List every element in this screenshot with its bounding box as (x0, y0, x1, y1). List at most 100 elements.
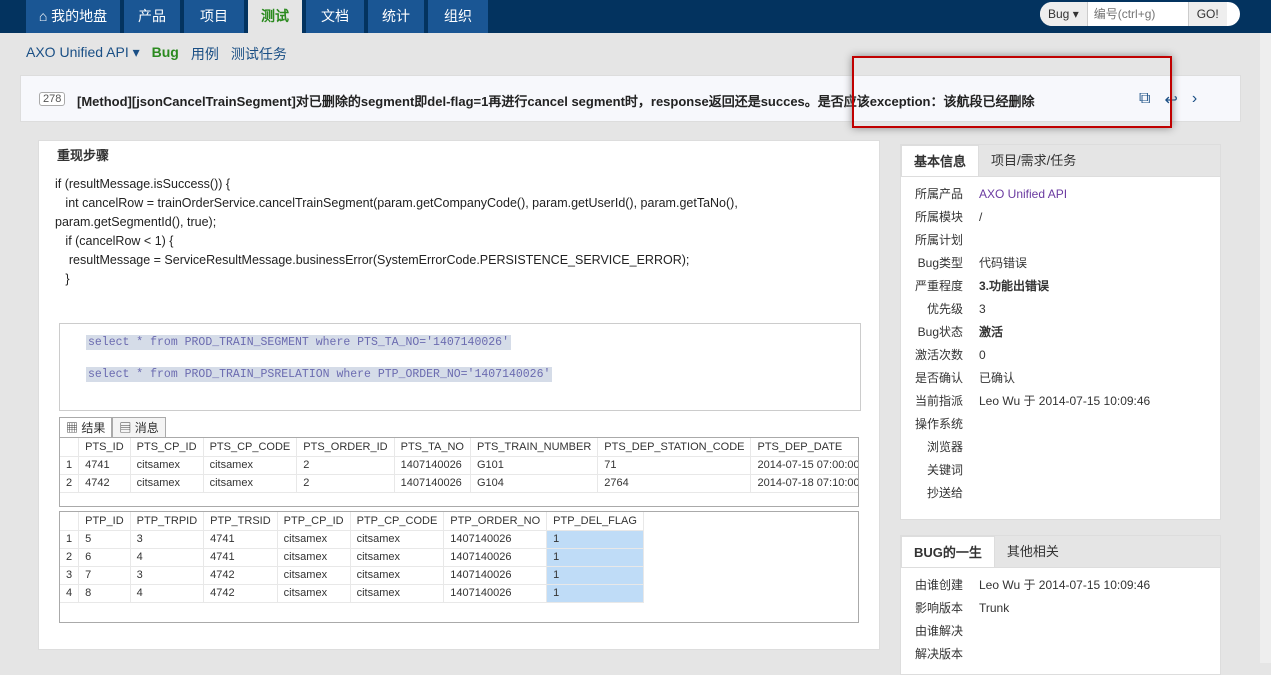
grid-header: PTP_ID (78, 512, 131, 531)
result-grid-2: PTP_ID PTP_TRPID PTP_TRSID PTP_CP_ID PTP_CP_… (59, 511, 859, 623)
steps-code: if (resultMessage.isSuccess()) { int can… (55, 177, 738, 286)
info-row: 当前指派 Leo Wu 于 2014-07-15 10:09:46 (901, 390, 1220, 413)
subnav-testtask[interactable]: 测试任务 (231, 44, 287, 64)
info-value: 0 (979, 348, 986, 362)
grid-cell: 4741 (203, 530, 278, 549)
grid-header: PTS_ID (78, 438, 131, 457)
info-label: 是否确认 (914, 371, 963, 385)
search-box: Bug ▾ GO! (1040, 2, 1240, 26)
info-row: 所属模块 / (901, 206, 1220, 229)
steps-legend: 重现步骤 (55, 145, 112, 164)
info-row: Bug状态 激活 (901, 321, 1220, 344)
result-grid-1: PTS_ID PTS_CP_ID PTS_CP_CODE PTS_ORDER_ID PT… (59, 437, 859, 507)
info-row: 是否确认 已确认 (901, 367, 1220, 390)
product-switcher[interactable]: AXO Unified API ▾ (26, 44, 140, 64)
grid-cell: 1 (546, 548, 644, 567)
nav-tab-project[interactable]: 项目 (184, 0, 244, 33)
nav-tab-product[interactable]: 产品 (124, 0, 180, 33)
info-label: 激活次数 (914, 348, 963, 362)
grid-row[interactable]: 3 7 3 4742 citsamex citsamex 1407140026 1 (60, 566, 644, 585)
grid-row[interactable]: 1 5 3 4741 citsamex citsamex 1407140026 1 (60, 530, 644, 549)
info-value (963, 620, 979, 643)
info-label: 操作系统 (914, 417, 963, 431)
go-button[interactable]: GO! (1187, 2, 1227, 26)
grid-cell: 4742 (78, 474, 131, 493)
grid-cell: 3 (130, 530, 205, 549)
highlight-box (852, 56, 1172, 128)
grid-cell: 2014-07-18 07:10:00.0 (750, 474, 858, 493)
grid-cell: G101 (470, 456, 599, 475)
grid-cell: 1 (60, 456, 80, 475)
grid-cell: 4742 (203, 584, 278, 603)
top-nav: ⌂ 我的地盘 产品 项目 测试 文档 统计 组织 Bug ▾ GO! (0, 0, 1271, 33)
grid-cell: 4741 (203, 548, 278, 567)
steps-panel: 重现步骤 if (resultMessage.isSuccess()) { in… (38, 140, 880, 650)
info-value: 代码错误 (979, 256, 1028, 270)
nav-tab-test[interactable]: 测试 (248, 0, 302, 33)
grid-header-row: PTS_ID PTS_CP_ID PTS_CP_CODE PTS_ORDER_ID PT… (60, 438, 858, 457)
info-label: 所属计划 (914, 233, 963, 247)
info-row: 严重程度 3.功能出错误 (901, 275, 1220, 298)
grid-row[interactable]: 2 6 4 4741 citsamex citsamex 1407140026 1 (60, 548, 644, 567)
subnav-case[interactable]: 用例 (191, 44, 219, 64)
info-row: 优先级 3 (901, 298, 1220, 321)
grid-cell: 4 (60, 584, 80, 603)
info-value: 已确认 (979, 371, 1016, 385)
info-value: 3 (979, 302, 986, 316)
basic-info-panel: 基本信息 项目/需求/任务 所属产品 AXO Unified API 所属模块 / 所属… (900, 144, 1221, 520)
subnav-bug[interactable]: Bug (152, 44, 179, 64)
grid-cell: 6 (78, 548, 131, 567)
info-value: / (979, 210, 983, 224)
info-row: 激活次数 0 (901, 344, 1220, 367)
grid-cell: citsamex (130, 456, 204, 475)
info-row: 所属产品 AXO Unified API (901, 183, 1220, 206)
grid-row[interactable]: 4 8 4 4742 citsamex citsamex 1407140026 1 (60, 584, 644, 603)
info-label: 优先级 (926, 302, 963, 316)
grid-row[interactable]: 2 4742 citsamex citsamex 2 1407140026 G104 2764… (60, 474, 858, 493)
tab-results[interactable]: ▦ 结果 (59, 417, 113, 438)
grid-cell: 2 (296, 456, 395, 475)
grid-cell: 7 (78, 566, 131, 585)
grid-header: PTP_TRSID (203, 512, 278, 531)
info-row: 抄送给 (901, 482, 1220, 505)
grid-cell: citsamex (350, 548, 445, 567)
grid-cell: citsamex (350, 584, 445, 603)
search-type-select[interactable]: Bug ▾ (1040, 2, 1088, 26)
tab-bug-life[interactable]: BUG的一生 (901, 536, 995, 567)
info-value[interactable]: AXO Unified API (963, 183, 1067, 206)
grid-cell: citsamex (203, 474, 298, 493)
tab-project-story-task[interactable]: 项目/需求/任务 (979, 145, 1088, 176)
tab-other[interactable]: 其他相关 (995, 536, 1071, 567)
grid-header: PTP_DEL_FLAG (546, 512, 644, 531)
page-scrollbar[interactable] (1260, 33, 1271, 663)
nav-tab-doc[interactable]: 文档 (306, 0, 364, 33)
nav-tab-stats[interactable]: 统计 (368, 0, 424, 33)
search-input[interactable] (1087, 2, 1188, 26)
grid-cell: 4 (130, 584, 205, 603)
nav-tab-org[interactable]: 组织 (428, 0, 488, 33)
info-row: 浏览器 (901, 436, 1220, 459)
bug-life-panel: BUG的一生 其他相关 由谁创建 Leo Wu 于 2014-07-15 10:0… (900, 535, 1221, 675)
info-label: 所属产品 (914, 187, 963, 201)
grid-header: PTS_CP_CODE (203, 438, 298, 457)
grid-cell: 2764 (597, 474, 752, 493)
sql-editor: select * from PROD_TRAIN_SEGMENT where P… (59, 323, 861, 411)
next-icon[interactable]: › (1192, 90, 1197, 110)
info-value: Trunk (979, 601, 1010, 615)
info-value: Leo Wu 于 2014-07-15 10:09:46 (979, 578, 1151, 592)
grid-icon: ▦ (66, 421, 82, 435)
grid-cell: 1 (546, 566, 644, 585)
grid-row[interactable]: 1 4741 citsamex citsamex 2 1407140026 G101 71 20… (60, 456, 858, 475)
nav-tab-my[interactable]: ⌂ 我的地盘 (26, 0, 120, 33)
grid-cell: 1407140026 (394, 456, 472, 475)
tab-basic-info[interactable]: 基本信息 (901, 145, 980, 176)
info-label: 当前指派 (914, 394, 963, 408)
info-row: Bug类型 代码错误 (901, 252, 1220, 275)
grid-cell: 5 (78, 530, 131, 549)
message-icon: ▤ (119, 421, 135, 435)
info-label: Bug状态 (917, 325, 963, 339)
tab-messages[interactable]: ▤ 消息 (112, 417, 166, 438)
grid-cell: 2014-07-15 07:00:00.0 (750, 456, 858, 475)
grid-cell: 4741 (78, 456, 131, 475)
grid-cell: 1407140026 (443, 584, 548, 603)
